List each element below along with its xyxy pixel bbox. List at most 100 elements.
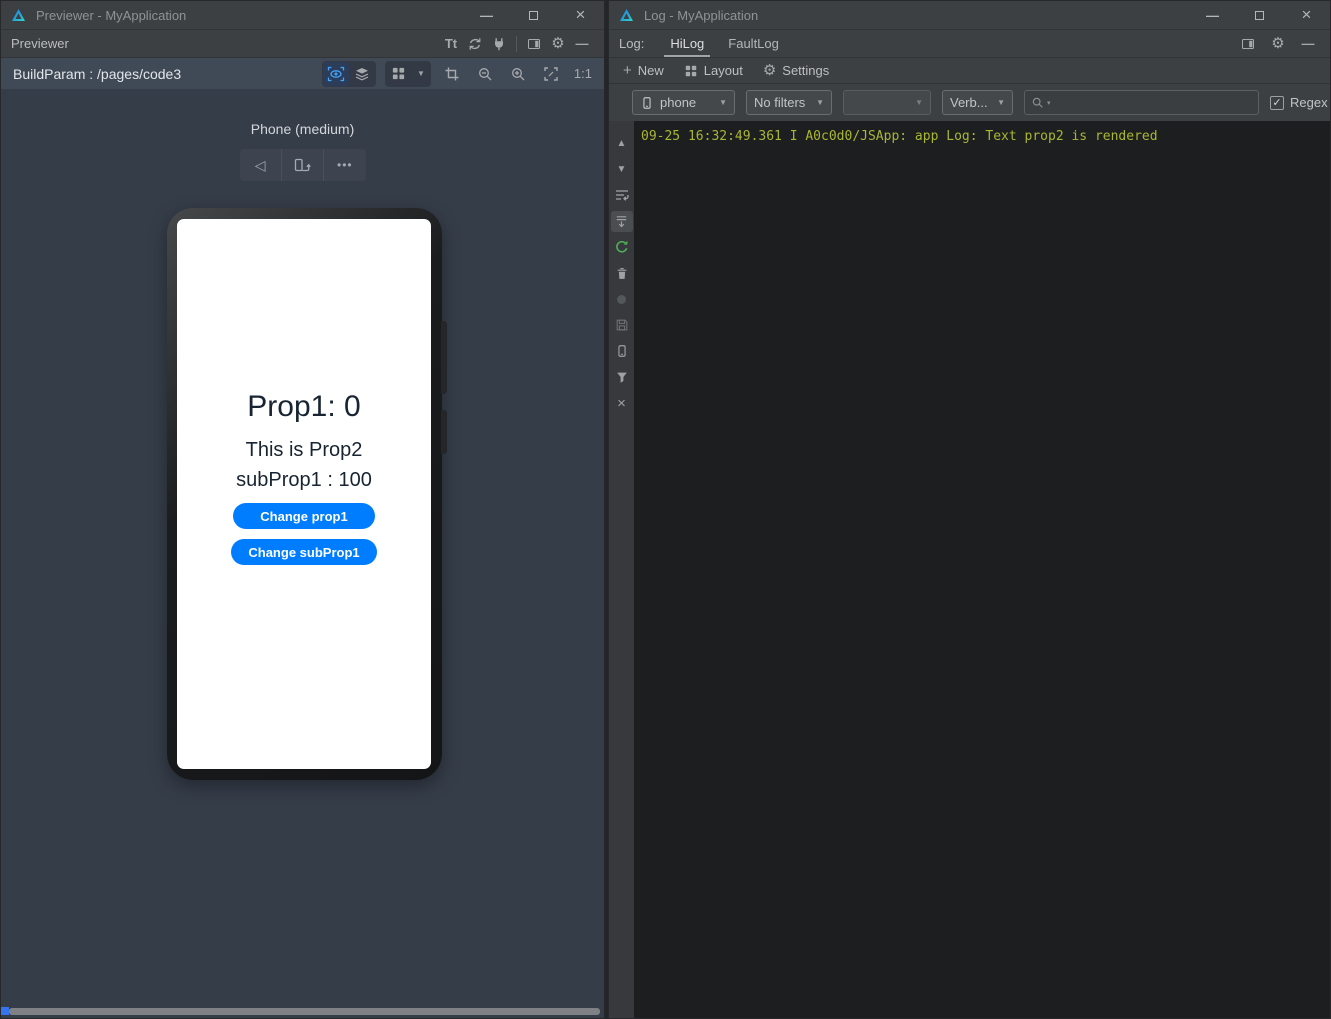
regex-checkbox[interactable]: ✓ (1270, 96, 1284, 110)
log-settings-button[interactable]: ⚙ Settings (763, 63, 829, 78)
close-icon: × (1302, 5, 1312, 25)
layout-button[interactable]: Layout (684, 63, 743, 78)
previewer-toolbar: Previewer Tt ⚙ — (1, 30, 604, 58)
horizontal-scrollbar[interactable] (9, 1008, 600, 1015)
layout-grid-icon (684, 64, 698, 78)
log-level-select[interactable]: Verb... ▼ (942, 90, 1013, 115)
log-titlebar: Log - MyApplication — × (609, 1, 1330, 30)
grid-view-icon (386, 62, 412, 86)
hide-panel-button[interactable]: — (1296, 33, 1320, 55)
phone-screen: Prop1: 0 This is Prop2 subProp1 : 100 Ch… (177, 219, 431, 769)
layout-label: Layout (704, 63, 743, 78)
frame-select-button[interactable] (440, 63, 464, 85)
panel-layout-button[interactable] (1236, 33, 1260, 55)
layers-mode-button[interactable] (349, 62, 375, 86)
refresh-button[interactable] (463, 33, 487, 55)
scroll-up-button[interactable]: ▲ (609, 130, 634, 156)
minimize-icon: — (576, 36, 589, 51)
process-select[interactable]: ▼ (843, 90, 931, 115)
filter-log-button[interactable] (609, 364, 634, 390)
window-controls: — × (463, 1, 604, 29)
close-icon: × (576, 5, 586, 25)
zoom-in-button[interactable] (506, 63, 530, 85)
log-search-field[interactable]: ▾ (1024, 90, 1259, 115)
search-input[interactable] (1053, 95, 1252, 110)
crop-icon (444, 66, 460, 82)
zoom-ratio-button[interactable]: 1:1 (574, 66, 592, 81)
check-icon: ✓ (1272, 96, 1281, 109)
maximize-button[interactable] (1236, 1, 1283, 29)
change-subprop1-button[interactable]: Change subProp1 (231, 539, 377, 565)
settings-button[interactable]: ⚙ (1266, 33, 1290, 55)
restart-session-button[interactable] (609, 234, 634, 260)
close-icon: × (617, 395, 626, 412)
maximize-button[interactable] (510, 1, 557, 29)
chevron-down-icon: ▼ (412, 69, 430, 78)
device-log-button[interactable] (609, 338, 634, 364)
close-button[interactable]: × (1283, 1, 1330, 29)
back-icon: ◁ (255, 157, 266, 174)
plugin-button[interactable] (487, 33, 511, 55)
minimize-icon: — (1302, 36, 1315, 51)
scroll-to-end-icon (614, 214, 629, 229)
device-select[interactable]: phone ▼ (632, 90, 735, 115)
settings-label: Settings (782, 63, 829, 78)
display-mode-dropdown[interactable]: ▼ (385, 61, 431, 87)
log-line: 09-25 16:32:49.361 I A0c0d0/JSApp: app L… (641, 129, 1330, 144)
selected-highlight (611, 211, 633, 232)
maximize-icon (529, 11, 538, 20)
previewer-window: Previewer - MyApplication — × Previewer … (0, 0, 605, 1019)
tab-faultlog[interactable]: FaultLog (716, 30, 791, 57)
log-gutter-toolbar: ▲ ▼ (609, 121, 634, 1018)
fit-screen-button[interactable] (539, 63, 563, 85)
scroll-to-end-button[interactable] (609, 208, 634, 234)
disabled-tool-button (609, 286, 634, 312)
scroll-down-button[interactable]: ▼ (609, 156, 634, 182)
maximize-icon (1255, 11, 1264, 20)
volume-button (441, 321, 447, 394)
previewer-titlebar: Previewer - MyApplication — × (1, 1, 604, 30)
phone-icon (640, 96, 654, 110)
log-level-value: Verb... (950, 95, 988, 110)
settings-button[interactable]: ⚙ (546, 33, 570, 55)
text-size-icon: Tt (445, 36, 457, 51)
soft-wrap-button[interactable] (609, 182, 634, 208)
clear-log-button[interactable] (609, 260, 634, 286)
chevron-down-icon: ▼ (997, 98, 1005, 107)
log-filter-bar: phone ▼ No filters ▼ ▼ Verb... ▼ ▾ (609, 84, 1330, 121)
prop2-text: This is Prop2 (246, 439, 363, 462)
more-icon: ••• (337, 158, 353, 172)
up-triangle-icon: ▲ (617, 138, 627, 149)
rotate-device-button[interactable] (281, 149, 323, 181)
save-icon (615, 318, 629, 332)
subprop1-text: subProp1 : 100 (236, 469, 372, 492)
eye-icon (327, 66, 345, 82)
hide-panel-button[interactable]: — (570, 33, 594, 55)
close-button[interactable]: × (557, 1, 604, 29)
chevron-down-icon: ▼ (915, 98, 923, 107)
minimize-icon: — (1206, 8, 1219, 23)
disabled-blob-icon (615, 293, 628, 306)
more-options-button[interactable]: ••• (323, 149, 365, 181)
prop1-text: Prop1: 0 (247, 390, 360, 424)
zoom-out-button[interactable] (473, 63, 497, 85)
save-log-button[interactable] (609, 312, 634, 338)
log-label: Log: (619, 36, 644, 51)
new-session-button[interactable]: + New (623, 62, 664, 79)
text-size-button[interactable]: Tt (439, 33, 463, 55)
panel-layout-button[interactable] (522, 33, 546, 55)
back-button[interactable]: ◁ (240, 149, 281, 181)
minimize-button[interactable]: — (1189, 1, 1236, 29)
change-prop1-button[interactable]: Change prop1 (233, 503, 375, 529)
close-log-button[interactable]: × (609, 390, 634, 416)
filters-select[interactable]: No filters ▼ (746, 90, 832, 115)
previewer-label: Previewer (11, 36, 69, 51)
tab-hilog[interactable]: HiLog (658, 30, 716, 57)
minimize-button[interactable]: — (463, 1, 510, 29)
refresh-icon (467, 36, 483, 52)
regex-toggle[interactable]: ✓ Regex (1270, 95, 1328, 110)
gear-icon: ⚙ (1271, 36, 1284, 51)
inspector-mode-button[interactable] (323, 62, 349, 86)
log-output[interactable]: 09-25 16:32:49.361 I A0c0d0/JSApp: app L… (634, 121, 1330, 1018)
restart-icon (614, 239, 630, 255)
